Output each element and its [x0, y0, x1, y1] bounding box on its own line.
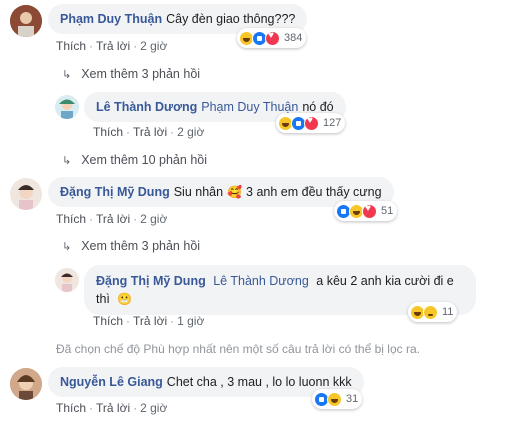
reaction-summary[interactable]: 127 [276, 113, 346, 133]
avatar[interactable] [10, 178, 42, 210]
comment-author[interactable]: Phạm Duy Thuận [60, 12, 162, 26]
comment-actions: Thích · Trả lời · 2 giờ [56, 401, 168, 415]
grimacing-face-icon: 😬 [117, 292, 133, 306]
comment-text: Siu nhân [173, 185, 224, 199]
mention-link[interactable]: Lê Thành Dương [213, 274, 309, 288]
reaction-summary[interactable]: 31 [312, 389, 363, 409]
avatar[interactable] [55, 95, 79, 119]
profile-photo-icon [10, 368, 42, 400]
love-icon [265, 30, 280, 46]
reply-link[interactable]: Trả lời [96, 39, 130, 53]
comment-time[interactable]: 2 giờ [140, 401, 167, 415]
reply-link[interactable]: Trả lời [96, 401, 130, 415]
like-link[interactable]: Thích [56, 212, 86, 226]
comment-text: nó đó [302, 100, 334, 114]
comment-time[interactable]: 2 giờ [140, 212, 167, 226]
reaction-count: 51 [381, 205, 394, 217]
comment-time[interactable]: 1 giờ [177, 314, 204, 328]
mention-link[interactable]: Phạm Duy Thuận [201, 100, 298, 114]
reaction-summary[interactable]: 11 [408, 302, 458, 322]
comment-text: Cây đèn giao thông??? [166, 12, 296, 26]
smiling-face-hearts-icon: 🥰 [227, 185, 243, 199]
reply-link[interactable]: Trả lời [96, 212, 130, 226]
reaction-count: 31 [346, 393, 359, 405]
like-link[interactable]: Thích [56, 39, 86, 53]
comment-time[interactable]: 2 giờ [140, 39, 167, 53]
love-icon [304, 115, 319, 131]
comment-actions: Thích · Trả lời · 2 giờ [93, 125, 205, 139]
comment-text: Chet cha , 3 mau , lo lo luonn kkk [166, 375, 352, 389]
reaction-summary[interactable]: 51 [334, 201, 398, 221]
comment-author[interactable]: Lê Thành Dương [96, 100, 197, 114]
reply-link[interactable]: Trả lời [133, 314, 167, 328]
avatar[interactable] [55, 268, 79, 292]
comment-author[interactable]: Nguyễn Lê Giang [60, 375, 163, 389]
reply-arrow-icon: ↳ [62, 241, 72, 253]
reply-link[interactable]: Trả lời [133, 125, 167, 139]
comment-time[interactable]: 2 giờ [177, 125, 204, 139]
like-link[interactable]: Thích [93, 125, 123, 139]
reaction-summary[interactable]: 384 [237, 28, 307, 48]
reaction-count: 384 [284, 32, 303, 44]
profile-photo-icon [55, 268, 79, 292]
like-link[interactable]: Thích [93, 314, 123, 328]
haha-icon [327, 391, 342, 407]
comment-author[interactable]: Đặng Thị Mỹ Dung [96, 274, 206, 288]
comment-text: a kêu 2 anh kia cười đi e [316, 274, 454, 288]
profile-photo-icon [10, 5, 42, 37]
comment-author[interactable]: Đặng Thị Mỹ Dung [60, 185, 170, 199]
like-link[interactable]: Thích [56, 401, 86, 415]
comment-text: thì [96, 292, 110, 306]
profile-photo-icon [55, 95, 79, 119]
reply-arrow-icon: ↳ [62, 155, 72, 167]
reply-arrow-icon: ↳ [62, 69, 72, 81]
profile-photo-icon [10, 178, 42, 210]
love-icon [362, 203, 377, 219]
comment-actions: Thích · Trả lời · 2 giờ [56, 212, 168, 226]
view-more-replies[interactable]: ↳ Xem thêm 3 phản hồi [62, 67, 200, 81]
reaction-count: 11 [442, 306, 454, 318]
avatar[interactable] [10, 5, 42, 37]
filter-notice: Đã chọn chế độ Phù hợp nhất nên một số c… [56, 342, 420, 356]
comment-text: 3 anh em đều thấy cưng [246, 185, 382, 199]
view-more-replies[interactable]: ↳ Xem thêm 3 phản hồi [62, 239, 200, 253]
comment-actions: Thích · Trả lời · 2 giờ [56, 39, 168, 53]
view-more-replies[interactable]: ↳ Xem thêm 10 phản hồi [62, 153, 207, 167]
avatar[interactable] [10, 368, 42, 400]
comment-actions: Thích · Trả lời · 1 giờ [93, 314, 205, 328]
reaction-count: 127 [323, 117, 342, 129]
sad-icon [423, 304, 438, 320]
